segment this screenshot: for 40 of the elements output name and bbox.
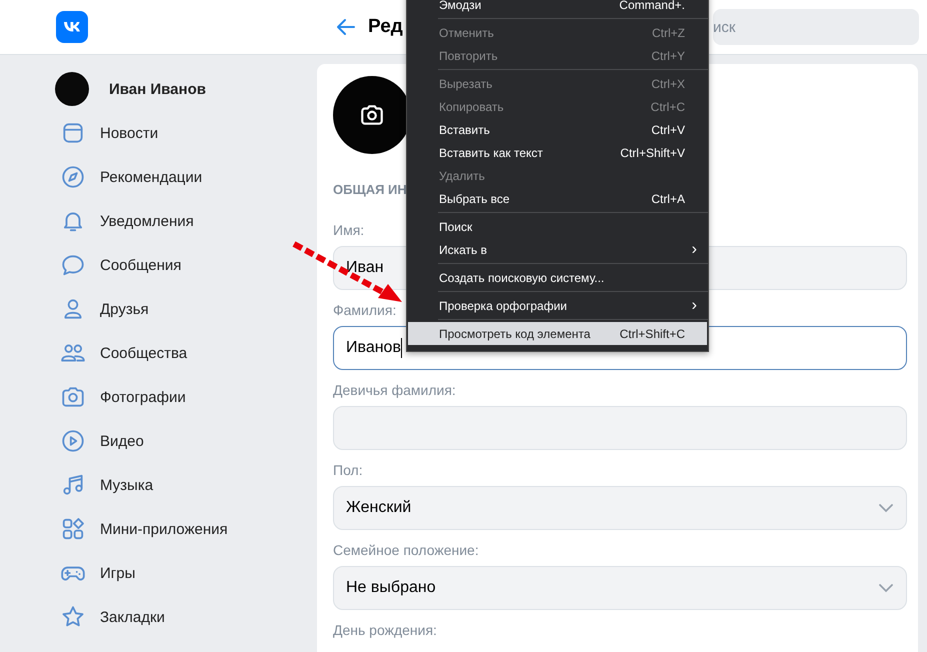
field-label: Имя:: [333, 222, 364, 239]
menu-item[interactable]: Создать поисковую систему...: [408, 266, 707, 289]
menu-item[interactable]: Выбрать все Ctrl+A: [408, 187, 707, 210]
input-field[interactable]: [333, 406, 907, 450]
nav-icon: [60, 516, 86, 542]
field-label: Семейное положение:: [333, 542, 479, 559]
chevron-down-icon: [878, 583, 894, 593]
dropdown[interactable]: Не выбрано: [333, 566, 907, 610]
menu-item[interactable]: Поиск: [408, 215, 707, 238]
sidebar-item[interactable]: Закладки: [54, 595, 317, 639]
field-label: Пол:: [333, 462, 363, 479]
menu-item[interactable]: Проверка орфографии ›: [408, 294, 707, 317]
sidebar-item[interactable]: Рекомендации: [54, 155, 317, 199]
sidebar-item[interactable]: Видео: [54, 419, 317, 463]
sidebar-item[interactable]: Новости: [54, 111, 317, 155]
field-label: День рождения:: [333, 622, 437, 639]
logo-icon[interactable]: [56, 11, 88, 43]
menu-item[interactable]: Просмотреть код элемента Ctrl+Shift+C: [408, 322, 707, 345]
section-title: ОБЩАЯ ИН: [333, 182, 407, 199]
profile-link[interactable]: Иван Иванов: [54, 67, 317, 111]
nav-icon: [60, 428, 86, 454]
page-title: Ред: [368, 16, 403, 38]
menu-item[interactable]: Вставить Ctrl+V: [408, 118, 707, 141]
sidebar-item[interactable]: Фотографии: [54, 375, 317, 419]
sidebar-item[interactable]: Сообщества: [54, 331, 317, 375]
sidebar-item[interactable]: Сообщения: [54, 243, 317, 287]
menu-item[interactable]: Искать в ›: [408, 238, 707, 261]
nav-icon: [60, 164, 86, 190]
sidebar-item[interactable]: Музыка: [54, 463, 317, 507]
field-label: Девичья фамилия:: [333, 382, 456, 399]
dropdown[interactable]: Женский: [333, 486, 907, 530]
menu-item[interactable]: Вставить как текст Ctrl+Shift+V: [408, 141, 707, 164]
menu-item[interactable]: Эмодзи Command+.: [408, 0, 707, 16]
sidebar-item[interactable]: Мини-приложения: [54, 507, 317, 551]
sidebar-item[interactable]: Игры: [54, 551, 317, 595]
sidebar-item[interactable]: Друзья: [54, 287, 317, 331]
sidebar-item[interactable]: Уведомления: [54, 199, 317, 243]
field-label: Фамилия:: [333, 302, 396, 319]
chevron-down-icon: [878, 503, 894, 513]
avatar-icon: [55, 72, 89, 106]
